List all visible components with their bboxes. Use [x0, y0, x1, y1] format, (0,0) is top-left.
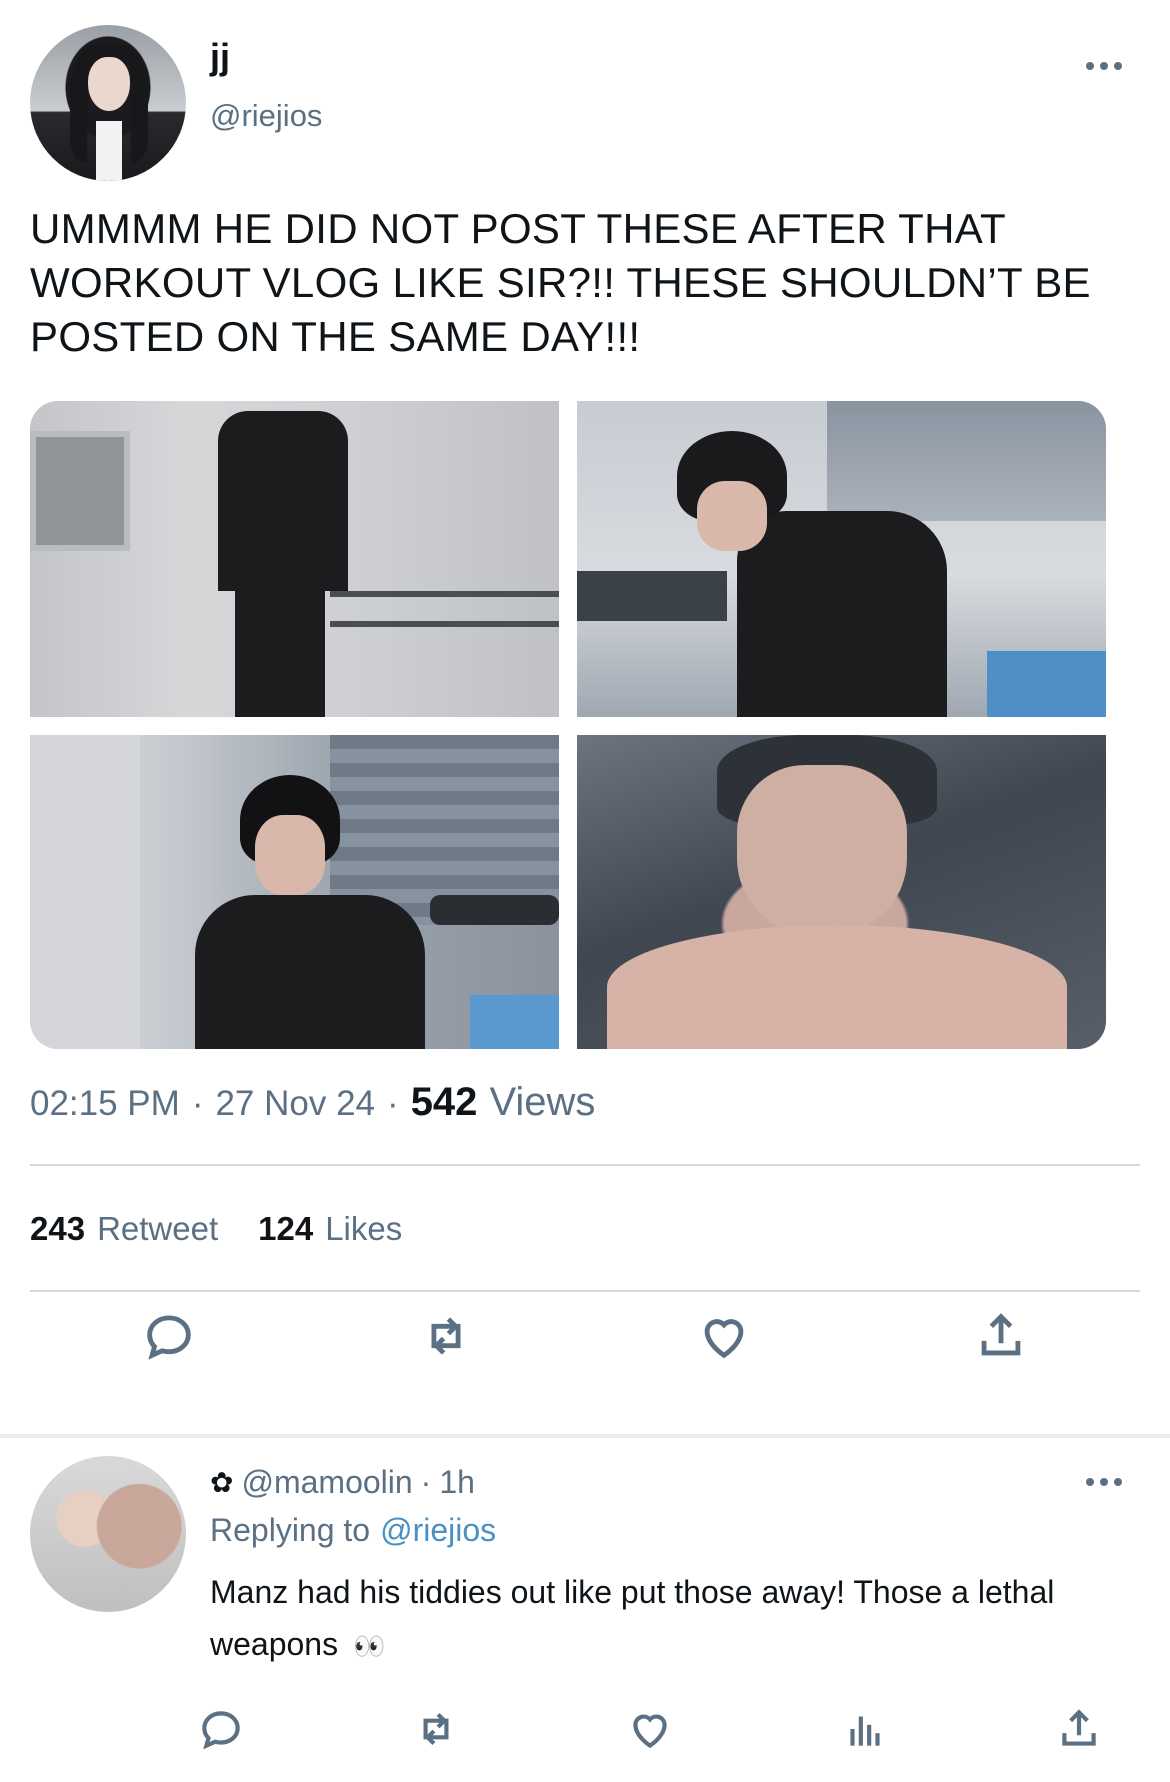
share-icon[interactable]	[970, 1305, 1032, 1367]
separator: ·	[387, 1084, 399, 1123]
reply-time: 1h	[439, 1464, 475, 1500]
reply-handle[interactable]: @mamoolin	[241, 1464, 412, 1501]
views-count: 542	[410, 1080, 478, 1124]
replying-label: Replying to	[210, 1512, 371, 1548]
author-avatar[interactable]	[30, 25, 186, 181]
author-display-name[interactable]: jj	[210, 36, 230, 78]
reply-actions	[190, 1700, 1110, 1758]
retweet-stat[interactable]: 243 Retweet	[30, 1210, 218, 1248]
tweet-actions	[30, 1305, 1140, 1367]
eyes-emoji: 👀	[352, 1631, 386, 1661]
retweet-count: 243	[30, 1210, 86, 1247]
likes-label: Likes	[325, 1210, 403, 1247]
engagement-stats: 243 Retweet 124 Likes	[30, 1210, 402, 1248]
like-icon[interactable]	[693, 1305, 755, 1367]
reply-body: Manz had his tiddies out like put those …	[210, 1574, 1055, 1662]
tweet-photo-2[interactable]	[577, 401, 1106, 717]
likes-stat[interactable]: 124 Likes	[258, 1210, 402, 1248]
views-label: Views	[489, 1080, 596, 1124]
reply-retweet-icon[interactable]	[405, 1698, 467, 1760]
reply-share-icon[interactable]	[1048, 1698, 1110, 1760]
replying-mention[interactable]: @riejios	[380, 1512, 496, 1549]
replying-to: Replying to @riejios	[210, 1512, 496, 1549]
tweet-time: 02:15 PM	[30, 1084, 180, 1123]
tweet-photo-3[interactable]	[30, 735, 559, 1049]
retweet-label: Retweet	[97, 1210, 219, 1247]
divider	[30, 1290, 1140, 1292]
tweet-photo-1[interactable]	[30, 401, 559, 717]
tweet-meta: 02:15 PM · 27 Nov 24 · 542 Views	[30, 1080, 595, 1125]
reply-icon[interactable]	[138, 1305, 200, 1367]
more-icon[interactable]	[1086, 58, 1130, 74]
tweet-text: UMMMM HE DID NOT POST THESE AFTER THAT W…	[30, 205, 1091, 360]
analytics-icon[interactable]	[834, 1698, 896, 1760]
reply-like-icon[interactable]	[619, 1698, 681, 1760]
tweet-date: 27 Nov 24	[215, 1084, 376, 1123]
flower-icon: ✿	[210, 1467, 234, 1498]
separator: ·	[420, 1464, 432, 1500]
divider	[30, 1164, 1140, 1166]
thread-divider	[0, 1434, 1170, 1438]
retweet-icon[interactable]	[415, 1305, 477, 1367]
likes-count: 124	[258, 1210, 314, 1247]
reply-author-avatar[interactable]	[30, 1456, 186, 1612]
reply-reply-icon[interactable]	[190, 1698, 252, 1760]
reply-meta: ✿ @mamoolin · 1h	[210, 1464, 475, 1501]
separator: ·	[191, 1084, 204, 1123]
tweet-photo-4[interactable]	[577, 735, 1106, 1049]
reply-more-icon[interactable]	[1086, 1474, 1130, 1490]
author-handle[interactable]: @riejios	[210, 98, 322, 134]
reply-text: Manz had his tiddies out like put those …	[210, 1566, 1140, 1672]
